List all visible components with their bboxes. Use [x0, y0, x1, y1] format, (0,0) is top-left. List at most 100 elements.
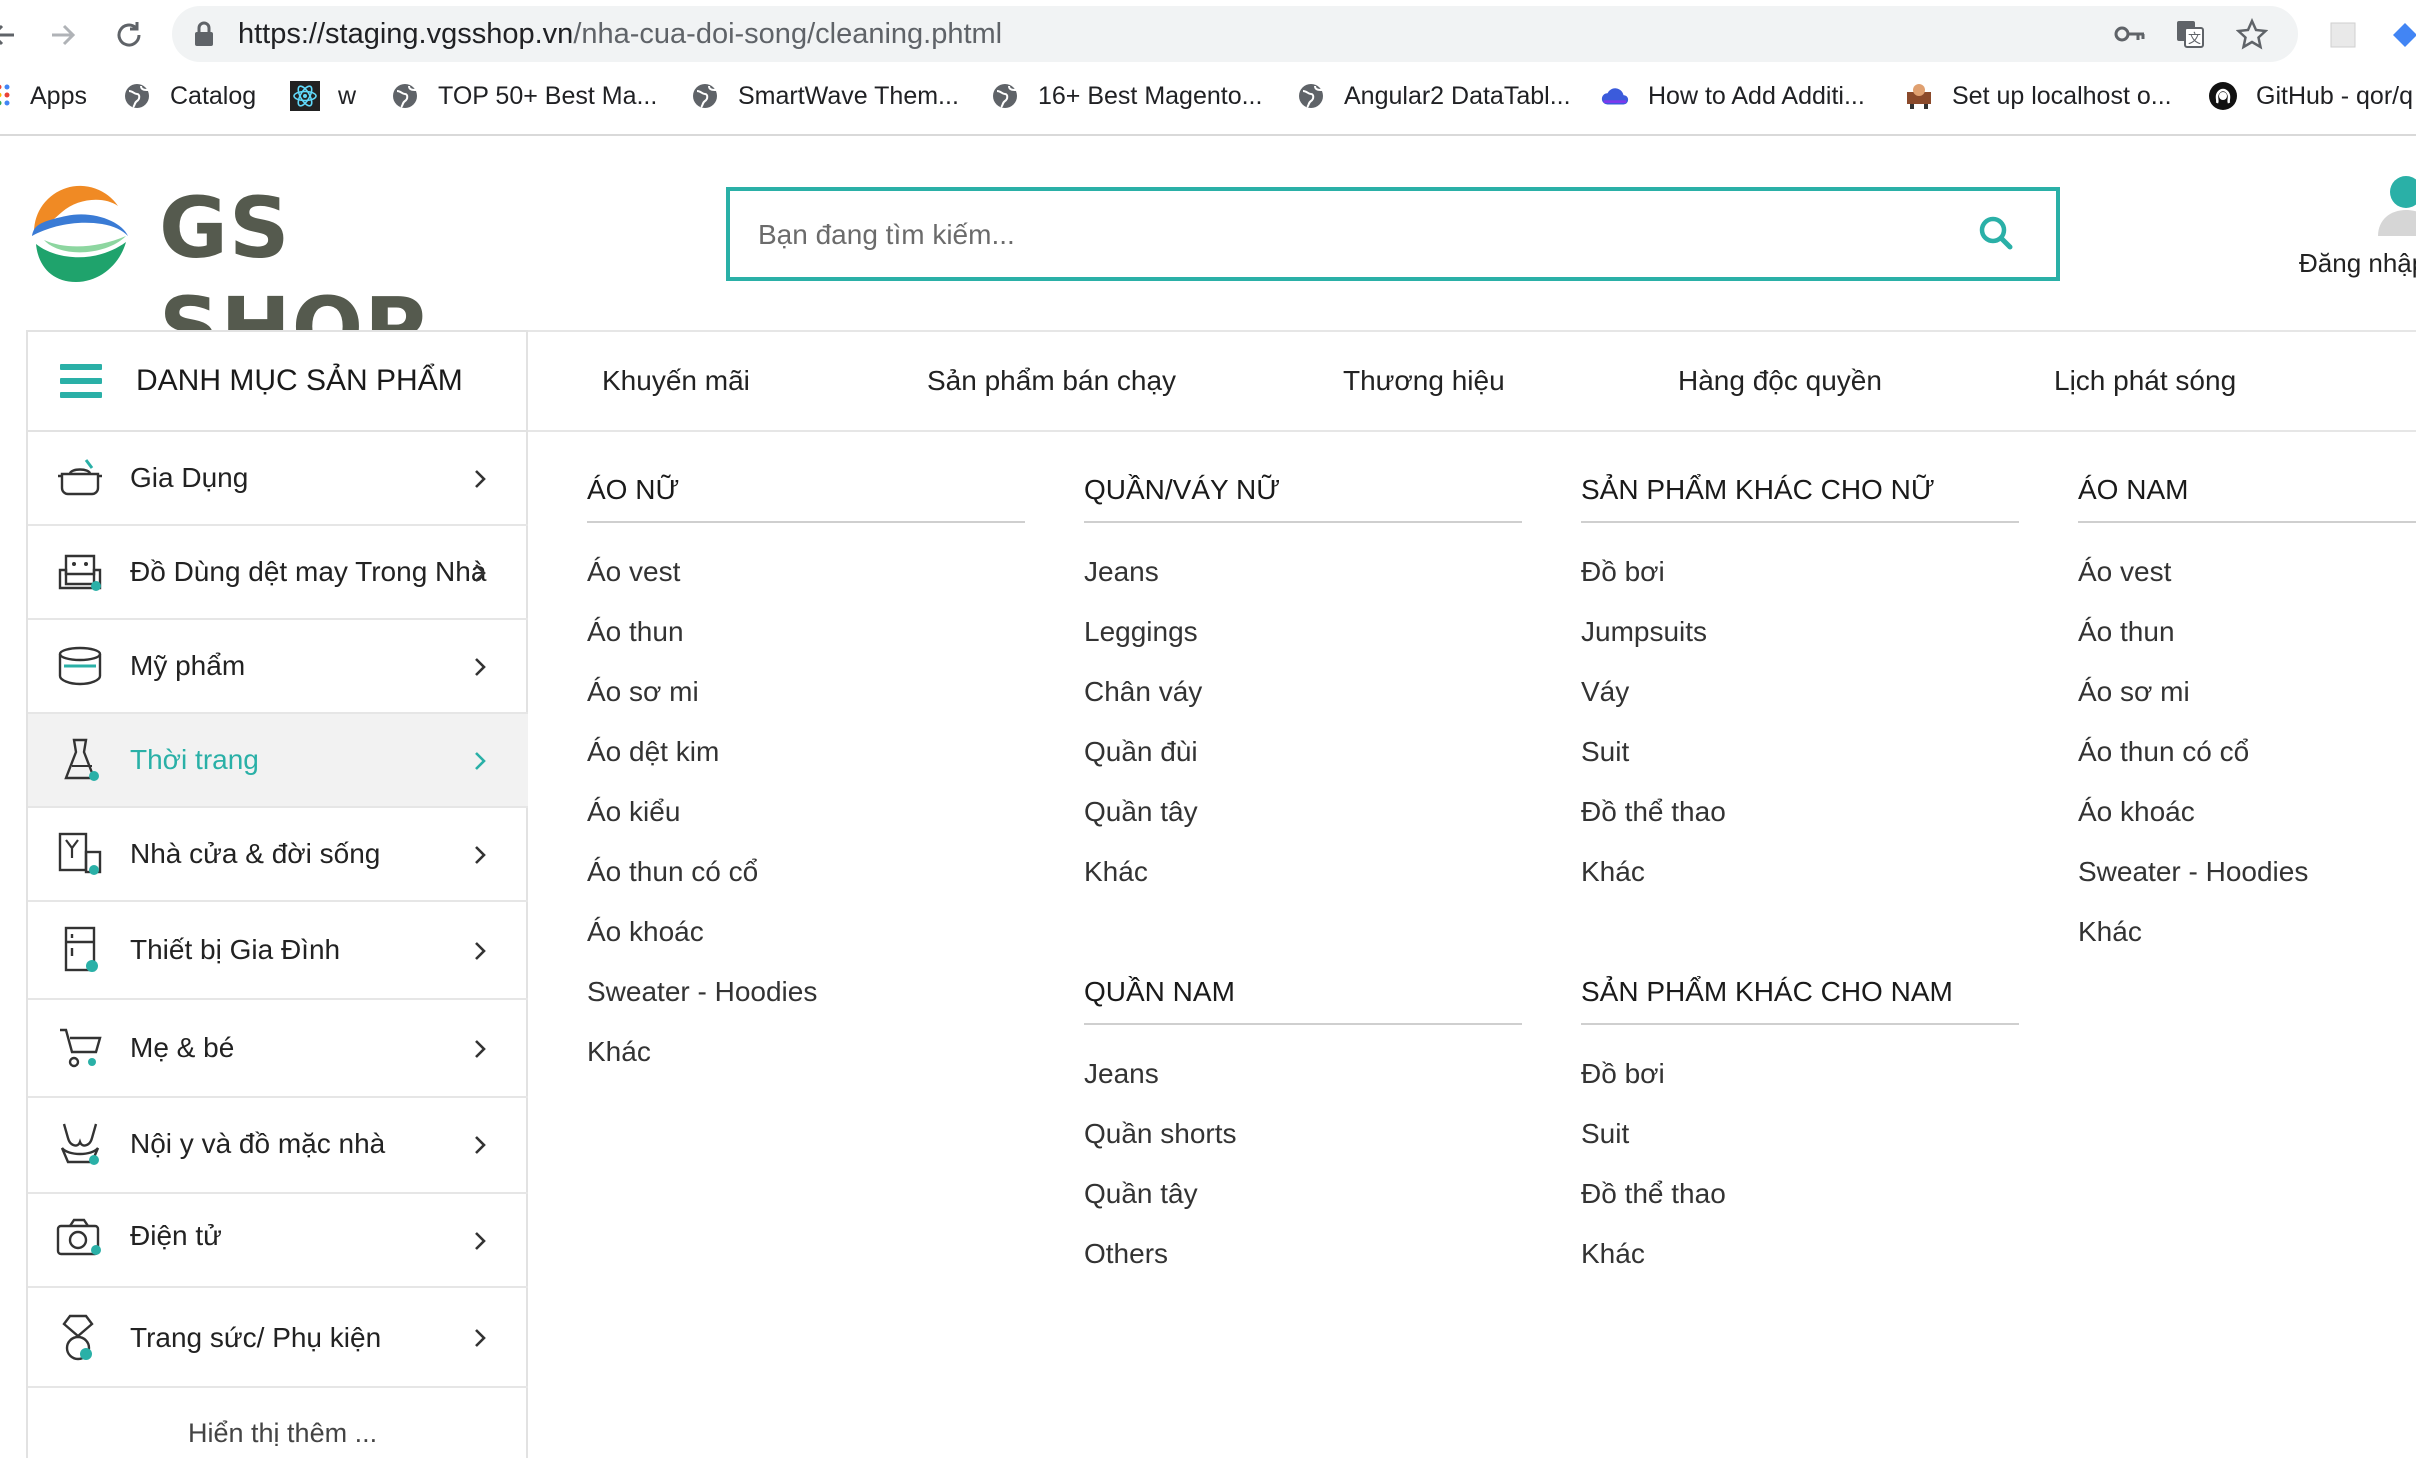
group-title: SẢN PHẨM KHÁC CHO NỮ	[1581, 474, 1935, 505]
submenu-item[interactable]: Áo khoác	[2078, 796, 2195, 828]
submenu-item[interactable]: Sweater - Hoodies	[2078, 856, 2308, 888]
submenu-item[interactable]: Quần shorts	[1084, 1118, 1237, 1150]
chevron-right-icon	[475, 942, 486, 960]
lingerie-icon	[60, 1123, 100, 1165]
svg-text:文: 文	[2188, 32, 2201, 47]
search-icon[interactable]	[1976, 213, 2016, 253]
submenu-item[interactable]: Quần tây	[1084, 796, 1198, 828]
url-text[interactable]: https://staging.vgsshop.vn/nha-cua-doi-s…	[238, 6, 1002, 62]
bookmark-github[interactable]: GitHub - qor/q	[2208, 76, 2413, 116]
nav-best-sellers[interactable]: Sản phẩm bán chạy	[927, 332, 1176, 430]
bookmark-top50[interactable]: TOP 50+ Best Ma...	[390, 76, 657, 116]
submenu-item[interactable]: Áo vest	[587, 556, 680, 588]
group-title: ÁO NỮ	[587, 474, 680, 505]
submenu-item[interactable]: Áo kiểu	[587, 796, 680, 828]
submenu-item[interactable]: Váy	[1581, 676, 1629, 708]
submenu-item[interactable]: Jeans	[1084, 1058, 1159, 1090]
apps-grid-icon	[0, 81, 14, 111]
bookmark-apps[interactable]: Apps	[0, 76, 87, 116]
submenu-item[interactable]: Jumpsuits	[1581, 616, 1707, 648]
bookmark-smartwave[interactable]: SmartWave Them...	[690, 76, 959, 116]
sidebar-item-fashion[interactable]: Thời trang	[28, 714, 528, 808]
sidebar-item-mom-baby[interactable]: Mẹ & bé	[28, 1000, 528, 1098]
bookmark-localhost[interactable]: Set up localhost o...	[1904, 76, 2172, 116]
nav-exclusive[interactable]: Hàng độc quyền	[1678, 332, 1882, 430]
submenu-item[interactable]: Khác	[587, 1036, 651, 1068]
nav-promotions[interactable]: Khuyến mãi	[602, 332, 750, 430]
stroller-icon	[60, 1028, 102, 1068]
bookmark-magento[interactable]: 16+ Best Magento...	[990, 76, 1262, 116]
submenu-item[interactable]: Áo thun	[2078, 616, 2175, 648]
lock-icon[interactable]	[186, 16, 222, 52]
submenu-item[interactable]: Others	[1084, 1238, 1168, 1270]
submenu-item[interactable]: Suit	[1581, 736, 1629, 768]
translate-icon[interactable]: 文	[2172, 16, 2208, 52]
star-icon[interactable]	[2234, 16, 2270, 52]
submenu-item[interactable]: Khác	[1084, 856, 1148, 888]
extension-icon[interactable]	[2318, 10, 2368, 60]
camera-icon	[56, 1218, 101, 1256]
extension-diamond-icon[interactable]	[2380, 10, 2416, 60]
show-more-link[interactable]: Hiển thị thêm ...	[188, 1418, 377, 1449]
globe-icon	[690, 81, 720, 111]
bookmark-angular[interactable]: Angular2 DataTabl...	[1296, 76, 1571, 116]
arrow-right-icon	[52, 24, 76, 46]
address-bar[interactable]: https://staging.vgsshop.vn/nha-cua-doi-s…	[172, 6, 2298, 62]
submenu-item[interactable]: Jeans	[1084, 556, 1159, 588]
submenu-item[interactable]: Quần tây	[1084, 1178, 1198, 1210]
bookmark-label: SmartWave Them...	[738, 81, 959, 110]
bookmark-label: How to Add Additi...	[1648, 81, 1865, 110]
chevron-right-icon	[475, 752, 486, 770]
submenu-item[interactable]: Khác	[2078, 916, 2142, 948]
submenu-item[interactable]: Đồ bơi	[1581, 556, 1665, 588]
submenu-item[interactable]: Khác	[1581, 856, 1645, 888]
dress-icon	[64, 738, 99, 781]
nav-broadcast-schedule[interactable]: Lịch phát sóng	[2054, 332, 2236, 430]
key-icon[interactable]	[2112, 16, 2148, 52]
fridge-icon	[64, 926, 98, 972]
submenu-item[interactable]: Đồ bơi	[1581, 1058, 1665, 1090]
site-logo[interactable]: GS SHOP	[24, 172, 544, 377]
bookmark-catalog[interactable]: Catalog	[122, 76, 256, 116]
sidebar-item-textiles[interactable]: Đồ Dùng dệt may Trong Nhà	[28, 526, 528, 620]
submenu-item[interactable]: Áo thun có cổ	[587, 856, 758, 888]
submenu-item[interactable]: Áo sơ mi	[2078, 676, 2190, 708]
bookmark-w[interactable]: w	[290, 76, 356, 116]
sidebar-item-cosmetics[interactable]: Mỹ phẩm	[28, 620, 528, 714]
submenu-item[interactable]: Áo dệt kim	[587, 736, 719, 768]
back-button[interactable]	[0, 10, 28, 60]
sidebar-item-appliances[interactable]: Thiết bị Gia Đình	[28, 902, 528, 1000]
submenu-item[interactable]: Đồ thể thao	[1581, 1178, 1726, 1210]
submenu-item[interactable]: Áo thun	[587, 616, 684, 648]
sidebar-item-lingerie[interactable]: Nội y và đồ mặc nhà	[28, 1098, 528, 1194]
sidebar-item-jewelry[interactable]: Trang sức/ Phụ kiện	[28, 1288, 528, 1388]
submenu-item[interactable]: Áo sơ mi	[587, 676, 699, 708]
submenu-item[interactable]: Chân váy	[1084, 676, 1202, 708]
submenu-item[interactable]: Khác	[1581, 1238, 1645, 1270]
bookmark-how-to[interactable]: How to Add Additi...	[1600, 76, 1865, 116]
submenu-item[interactable]: Leggings	[1084, 616, 1198, 648]
submenu-item[interactable]: Áo thun có cổ	[2078, 736, 2249, 768]
arrow-left-icon	[0, 24, 14, 46]
bookmark-label: GitHub - qor/q	[2256, 81, 2414, 110]
group-title: ÁO NAM	[2078, 474, 2189, 505]
submenu-item[interactable]: Suit	[1581, 1118, 1629, 1150]
bookmark-label: Angular2 DataTabl...	[1344, 81, 1571, 110]
sidebar-item-home-living[interactable]: Nhà cửa & đời sống	[28, 808, 528, 902]
sidebar-item-label: Nội y và đồ mặc nhà	[130, 1128, 386, 1159]
submenu-item[interactable]: Đồ thể thao	[1581, 796, 1726, 828]
submenu-item[interactable]: Áo khoác	[587, 916, 704, 948]
submenu-item[interactable]: Quần đùi	[1084, 736, 1198, 768]
chevron-right-icon	[475, 1136, 486, 1154]
search-input[interactable]	[756, 191, 1940, 279]
reload-button[interactable]	[104, 10, 154, 60]
sidebar-item-gia-dung[interactable]: Gia Dụng	[28, 432, 528, 526]
submenu-item[interactable]: Áo vest	[2078, 556, 2171, 588]
sidebar-item-label: Đồ Dùng dệt may Trong Nhà	[130, 556, 487, 587]
submenu-item[interactable]: Sweater - Hoodies	[587, 976, 817, 1008]
login-link[interactable]: Đăng nhập	[2290, 170, 2416, 280]
nav-brands[interactable]: Thương hiệu	[1343, 332, 1505, 430]
forward-button[interactable]	[38, 10, 88, 60]
sidebar-item-electronics[interactable]: Điện tử	[28, 1194, 528, 1288]
category-menu-toggle[interactable]: DANH MỤC SẢN PHẨM	[26, 330, 528, 432]
